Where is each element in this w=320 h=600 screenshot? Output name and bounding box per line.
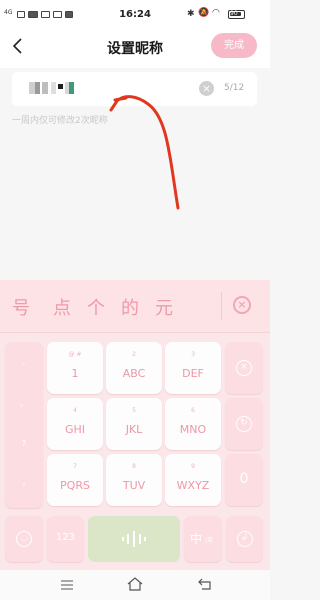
reenter-key[interactable]: ↻ (225, 398, 263, 450)
key-wxyz[interactable]: 9 WXYZ (165, 454, 221, 506)
backspace-key[interactable]: × (225, 342, 263, 394)
voice-input-key[interactable] (88, 516, 180, 562)
key-mno[interactable]: 6 MNO (165, 398, 221, 450)
keyboard: 号 点 个 的 元 × , 。 ? ! @ # 1 2 ABC 3 DEF 4 … (0, 280, 270, 570)
battery-level: 90 (230, 10, 238, 17)
edit-limit-hint: 一周内仅可修改2次昵称 (12, 116, 108, 126)
key-ghi[interactable]: 4 GHI (47, 398, 103, 450)
wifi-icon: ◠ (212, 8, 220, 18)
key-pqrs[interactable]: 7 PQRS (47, 454, 103, 506)
refresh-icon: ↻ (236, 416, 252, 432)
close-candidates-icon[interactable]: × (233, 296, 251, 314)
candidate-divider (221, 292, 222, 320)
candidate-2[interactable]: 点 (53, 294, 71, 320)
punct-period[interactable]: 。 (5, 398, 43, 409)
numbers-key[interactable]: 123 (47, 516, 84, 562)
menu-icon[interactable] (60, 580, 74, 590)
bluetooth-icon: ✱ (187, 9, 195, 19)
battery-icon: 90 (228, 10, 245, 19)
punctuation-column[interactable]: , 。 ? ! (5, 342, 43, 508)
candidate-4[interactable]: 的 (121, 294, 139, 320)
home-icon[interactable] (126, 577, 144, 591)
key-jkl[interactable]: 5 JKL (106, 398, 162, 450)
mute-icon: 🔕 (198, 8, 210, 18)
header: 设置昵称 完成 (0, 28, 270, 68)
zero-key[interactable]: 0 (225, 454, 263, 506)
done-button[interactable]: 完成 (211, 33, 257, 58)
emoji-key[interactable]: ◡ (5, 516, 43, 562)
candidate-5[interactable]: 元 (155, 294, 173, 320)
candidate-bar: 号 点 个 的 元 × (0, 280, 270, 333)
back-icon[interactable] (198, 578, 212, 590)
status-bar: 4G 16:24 ✱ 🔕 ◠ 90 (0, 0, 270, 28)
key-1[interactable]: @ # 1 (47, 342, 103, 394)
key-tuv[interactable]: 8 TUV (106, 454, 162, 506)
emoji-icon: ◡ (16, 531, 32, 547)
enter-icon: ↲ (236, 531, 253, 547)
punct-question[interactable]: ? (5, 439, 43, 448)
enter-key[interactable]: ↲ (226, 516, 263, 562)
key-abc[interactable]: 2 ABC (106, 342, 162, 394)
nickname-input[interactable]: × 5/12 (12, 72, 257, 106)
backspace-icon: × (236, 360, 252, 376)
language-switch-key[interactable]: 中 /英 (184, 516, 222, 562)
voice-wave-icon (122, 531, 146, 547)
punct-exclaim[interactable]: ! (5, 482, 43, 491)
key-def[interactable]: 3 DEF (165, 342, 221, 394)
punct-comma[interactable]: , (5, 357, 43, 366)
candidate-3[interactable]: 个 (87, 294, 105, 320)
candidate-1[interactable]: 号 (12, 294, 30, 320)
char-count: 5/12 (224, 83, 245, 93)
clear-icon[interactable]: × (199, 81, 214, 96)
navigation-bar (0, 570, 270, 600)
